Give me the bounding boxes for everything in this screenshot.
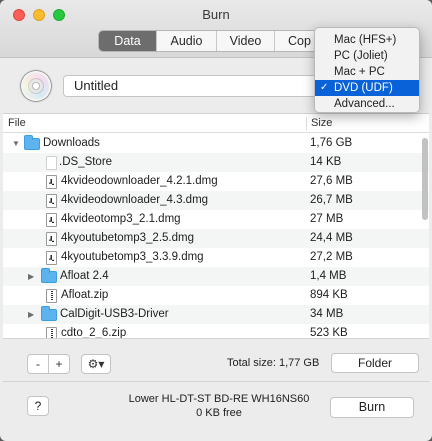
file-size: 14 KB xyxy=(310,156,342,168)
table-row[interactable]: 4kvideotomp3_2.1.dmg 27 MB xyxy=(3,210,429,229)
vertical-scrollbar[interactable] xyxy=(422,138,428,220)
table-row[interactable]: ▶ Afloat 2.4 1,4 MB xyxy=(3,267,429,286)
folder-icon xyxy=(24,135,40,150)
tab-data[interactable]: Data xyxy=(99,31,157,51)
file-icon xyxy=(46,156,57,170)
gear-menu-button[interactable]: ⚙▾ xyxy=(81,354,111,374)
menu-item-advanced[interactable]: Advanced... xyxy=(315,96,419,112)
new-folder-button[interactable]: Folder xyxy=(331,353,419,373)
table-row[interactable]: ▶ CalDigit-USB3-Driver 34 MB xyxy=(3,305,429,324)
dmg-file-icon xyxy=(46,175,57,189)
file-size: 27 MB xyxy=(310,213,344,225)
tab-video[interactable]: Video xyxy=(217,31,275,51)
table-row[interactable]: 4kvideodownloader_4.3.dmg 26,7 MB xyxy=(3,191,429,210)
zip-file-icon xyxy=(46,289,57,303)
column-header-size[interactable]: Size xyxy=(311,117,332,129)
disclosure-open-icon[interactable]: ▼ xyxy=(12,134,20,153)
add-file-button[interactable]: + xyxy=(48,354,70,374)
total-size-label: Total size: 1,77 GB xyxy=(227,357,320,369)
remove-file-button[interactable]: - xyxy=(27,354,49,374)
file-name: 4kvideodownloader_4.3.dmg xyxy=(61,194,209,206)
burn-button[interactable]: Burn xyxy=(330,397,414,418)
menu-item-mac-pc[interactable]: Mac + PC xyxy=(315,64,419,80)
menu-item-label: Advanced... xyxy=(334,98,395,110)
checkmark-icon: ✓ xyxy=(320,82,329,93)
column-divider xyxy=(306,117,307,130)
folder-icon xyxy=(41,268,57,283)
table-row[interactable]: 4kyoutubetomp3_3.3.9.dmg 27,2 MB xyxy=(3,248,429,267)
table-header: File Size xyxy=(3,114,429,133)
tab-audio[interactable]: Audio xyxy=(157,31,217,51)
menu-item-dvd-udf[interactable]: ✓ DVD (UDF) xyxy=(315,80,419,96)
file-name: Afloat 2.4 xyxy=(60,270,109,282)
table-row[interactable]: 4kyoutubetomp3_2.5.dmg 24,4 MB xyxy=(3,229,429,248)
table-row[interactable]: cdto_2_6.zip 523 KB xyxy=(3,324,429,339)
file-table: File Size ▼ Downloads 1,76 GB .DS_Store … xyxy=(3,113,429,339)
file-name: 4kyoutubetomp3_2.5.dmg xyxy=(61,232,194,244)
file-size: 34 MB xyxy=(310,308,344,320)
file-size: 27,2 MB xyxy=(310,251,353,263)
file-name: cdto_2_6.zip xyxy=(61,327,127,339)
disc-name-field[interactable]: Untitled xyxy=(63,75,325,97)
folder-icon xyxy=(41,306,57,321)
dmg-file-icon xyxy=(46,194,57,208)
disclosure-closed-icon[interactable]: ▶ xyxy=(28,267,34,286)
column-header-file[interactable]: File xyxy=(8,117,26,129)
menu-item-pc-joliet[interactable]: PC (Joliet) xyxy=(315,48,419,64)
table-row[interactable]: 4kvideodownloader_4.2.1.dmg 27,6 MB xyxy=(3,172,429,191)
file-name: Afloat.zip xyxy=(61,289,109,301)
menu-item-mac-hfs[interactable]: Mac (HFS+) xyxy=(315,32,419,48)
file-name: .DS_Store xyxy=(59,156,113,168)
file-name: 4kvideotomp3_2.1.dmg xyxy=(61,213,181,225)
file-size: 26,7 MB xyxy=(310,194,353,206)
file-size: 27,6 MB xyxy=(310,175,353,187)
disclosure-closed-icon[interactable]: ▶ xyxy=(28,305,34,324)
file-size: 24,4 MB xyxy=(310,232,353,244)
zip-file-icon xyxy=(46,327,57,338)
file-name: Downloads xyxy=(43,137,100,149)
table-row[interactable]: .DS_Store 14 KB xyxy=(3,153,429,172)
table-row[interactable]: ▼ Downloads 1,76 GB xyxy=(3,134,429,153)
dmg-file-icon xyxy=(46,213,57,227)
file-name: 4kyoutubetomp3_3.3.9.dmg xyxy=(61,251,204,263)
menu-item-label: DVD (UDF) xyxy=(334,82,393,94)
dmg-file-icon xyxy=(46,232,57,246)
window-title: Burn xyxy=(202,7,230,22)
table-row[interactable]: Afloat.zip 894 KB xyxy=(3,286,429,305)
dmg-file-icon xyxy=(46,251,57,265)
menu-item-label: PC (Joliet) xyxy=(334,50,388,62)
file-size: 894 KB xyxy=(310,289,348,301)
burn-window: Burn Data Audio Video Cop Untitled File … xyxy=(0,0,432,441)
gear-icon: ⚙▾ xyxy=(87,357,105,371)
file-size: 1,76 GB xyxy=(310,137,353,149)
format-popup-menu: Mac (HFS+) PC (Joliet) Mac + PC ✓ DVD (U… xyxy=(314,27,420,113)
file-name: 4kvideodownloader_4.2.1.dmg xyxy=(61,175,218,187)
disc-icon xyxy=(20,70,52,102)
file-size: 1,4 MB xyxy=(310,270,347,282)
file-size: 523 KB xyxy=(310,327,348,339)
menu-item-label: Mac (HFS+) xyxy=(334,34,397,46)
menu-item-label: Mac + PC xyxy=(334,66,385,78)
mode-tabs: Data Audio Video Cop xyxy=(98,30,326,52)
divider xyxy=(3,381,429,382)
file-name: CalDigit-USB3-Driver xyxy=(60,308,169,320)
